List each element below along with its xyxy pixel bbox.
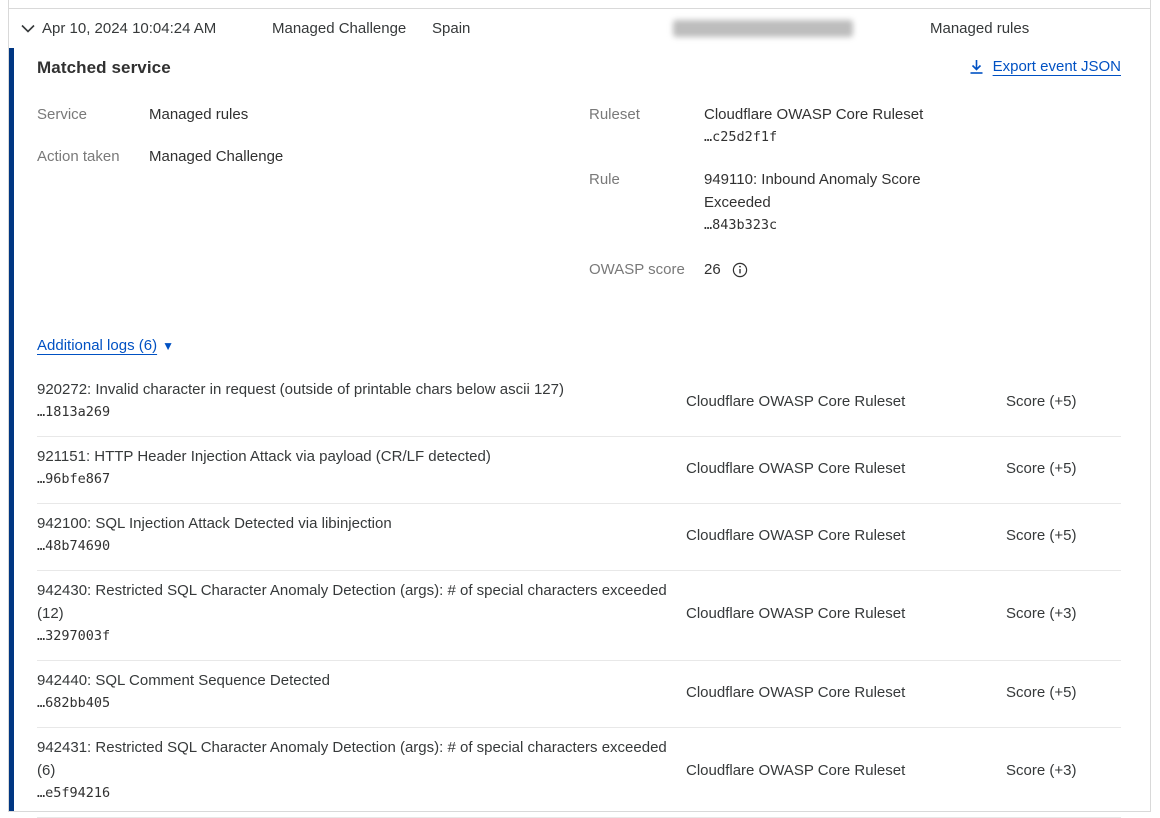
owasp-score-value: 26: [704, 258, 721, 281]
details-right-column: Ruleset Cloudflare OWASP Core Ruleset …c…: [589, 103, 1121, 300]
log-rule-description: 942440: SQL Comment Sequence Detected …6…: [37, 669, 667, 715]
event-action: Managed Challenge: [272, 20, 432, 37]
action-taken-value: Managed Challenge: [149, 145, 283, 168]
log-rule-text: 942430: Restricted SQL Character Anomaly…: [37, 582, 667, 622]
log-ruleset: Cloudflare OWASP Core Ruleset: [686, 605, 1006, 622]
redacted-value: [673, 20, 853, 37]
log-rule-description: 942431: Restricted SQL Character Anomaly…: [37, 736, 667, 805]
rule-value: 949110: Inbound Anomaly Score Exceeded ……: [704, 168, 942, 237]
details-left-column: Service Managed rules Action taken Manag…: [37, 103, 589, 300]
export-event-json-link[interactable]: Export event JSON: [969, 58, 1121, 75]
additional-logs-table: 920272: Invalid character in request (ou…: [37, 370, 1121, 818]
download-icon: [969, 59, 984, 75]
log-row: 942431: Restricted SQL Character Anomaly…: [37, 728, 1121, 818]
log-ruleset: Cloudflare OWASP Core Ruleset: [686, 460, 1006, 477]
ruleset-id-hash: …c25d2f1f: [704, 126, 923, 149]
rule-label: Rule: [589, 168, 704, 237]
log-rule-hash: …3297003f: [37, 625, 667, 648]
log-row: 921151: HTTP Header Injection Attack via…: [37, 437, 1121, 504]
info-icon[interactable]: [732, 262, 748, 278]
rule-id-hash: …843b323c: [704, 214, 942, 237]
page-title: Matched service: [37, 58, 171, 78]
log-rule-text: 921151: HTTP Header Injection Attack via…: [37, 448, 491, 465]
log-ruleset: Cloudflare OWASP Core Ruleset: [686, 684, 1006, 701]
log-rule-text: 942440: SQL Comment Sequence Detected: [37, 672, 330, 689]
event-summary-row[interactable]: Apr 10, 2024 10:04:24 AM Managed Challen…: [9, 8, 1150, 48]
log-row: 942440: SQL Comment Sequence Detected …6…: [37, 661, 1121, 728]
log-rule-hash: …96bfe867: [37, 468, 667, 491]
log-rule-description: 942100: SQL Injection Attack Detected vi…: [37, 512, 667, 558]
log-score: Score (+5): [1006, 527, 1121, 544]
ruleset-value: Cloudflare OWASP Core Ruleset …c25d2f1f: [704, 103, 923, 149]
log-score: Score (+5): [1006, 393, 1121, 410]
rule-field: Rule 949110: Inbound Anomaly Score Excee…: [589, 168, 1121, 237]
log-score: Score (+3): [1006, 762, 1121, 779]
service-label: Service: [37, 103, 149, 126]
log-score: Score (+5): [1006, 460, 1121, 477]
caret-down-icon: ▼: [162, 340, 174, 352]
additional-logs-label: Additional logs (6): [37, 337, 157, 354]
log-row: 920272: Invalid character in request (ou…: [37, 370, 1121, 437]
event-service: Managed rules: [930, 20, 1150, 37]
log-rule-hash: …e5f94216: [37, 782, 667, 805]
log-ruleset: Cloudflare OWASP Core Ruleset: [686, 762, 1006, 779]
event-country: Spain: [432, 20, 673, 37]
log-rule-text: 920272: Invalid character in request (ou…: [37, 381, 564, 398]
log-rule-text: 942100: SQL Injection Attack Detected vi…: [37, 515, 392, 532]
matched-service-details: Service Managed rules Action taken Manag…: [37, 103, 1121, 300]
log-rule-text: 942431: Restricted SQL Character Anomaly…: [37, 739, 667, 779]
export-event-json-label: Export event JSON: [993, 58, 1121, 75]
service-field: Service Managed rules: [37, 103, 589, 126]
log-rule-hash: …1813a269: [37, 401, 667, 424]
log-score: Score (+5): [1006, 684, 1121, 701]
log-row: 942430: Restricted SQL Character Anomaly…: [37, 571, 1121, 661]
rule-name: 949110: Inbound Anomaly Score Exceeded: [704, 171, 921, 211]
ruleset-label: Ruleset: [589, 103, 704, 149]
log-rule-hash: …48b74690: [37, 535, 667, 558]
log-rule-description: 942430: Restricted SQL Character Anomaly…: [37, 579, 667, 648]
log-rule-description: 920272: Invalid character in request (ou…: [37, 378, 667, 424]
owasp-score-label: OWASP score: [589, 258, 704, 281]
event-detail-panel: Matched service Export event JSON Servic…: [9, 48, 1150, 811]
ruleset-field: Ruleset Cloudflare OWASP Core Ruleset …c…: [589, 103, 1121, 149]
owasp-score-field: OWASP score 26: [589, 258, 1121, 281]
log-ruleset: Cloudflare OWASP Core Ruleset: [686, 527, 1006, 544]
additional-logs-toggle[interactable]: Additional logs (6) ▼: [37, 337, 174, 354]
action-taken-label: Action taken: [37, 145, 149, 168]
event-host-redacted: [673, 20, 930, 37]
log-row: 942100: SQL Injection Attack Detected vi…: [37, 504, 1121, 571]
action-taken-field: Action taken Managed Challenge: [37, 145, 589, 168]
event-timestamp: Apr 10, 2024 10:04:24 AM: [42, 20, 272, 37]
log-rule-hash: …682bb405: [37, 692, 667, 715]
service-value: Managed rules: [149, 103, 248, 126]
log-ruleset: Cloudflare OWASP Core Ruleset: [686, 393, 1006, 410]
firewall-event-entry: Apr 10, 2024 10:04:24 AM Managed Challen…: [8, 0, 1151, 812]
log-rule-description: 921151: HTTP Header Injection Attack via…: [37, 445, 667, 491]
chevron-down-icon[interactable]: [14, 24, 42, 33]
log-score: Score (+3): [1006, 605, 1121, 622]
ruleset-name: Cloudflare OWASP Core Ruleset: [704, 106, 923, 123]
